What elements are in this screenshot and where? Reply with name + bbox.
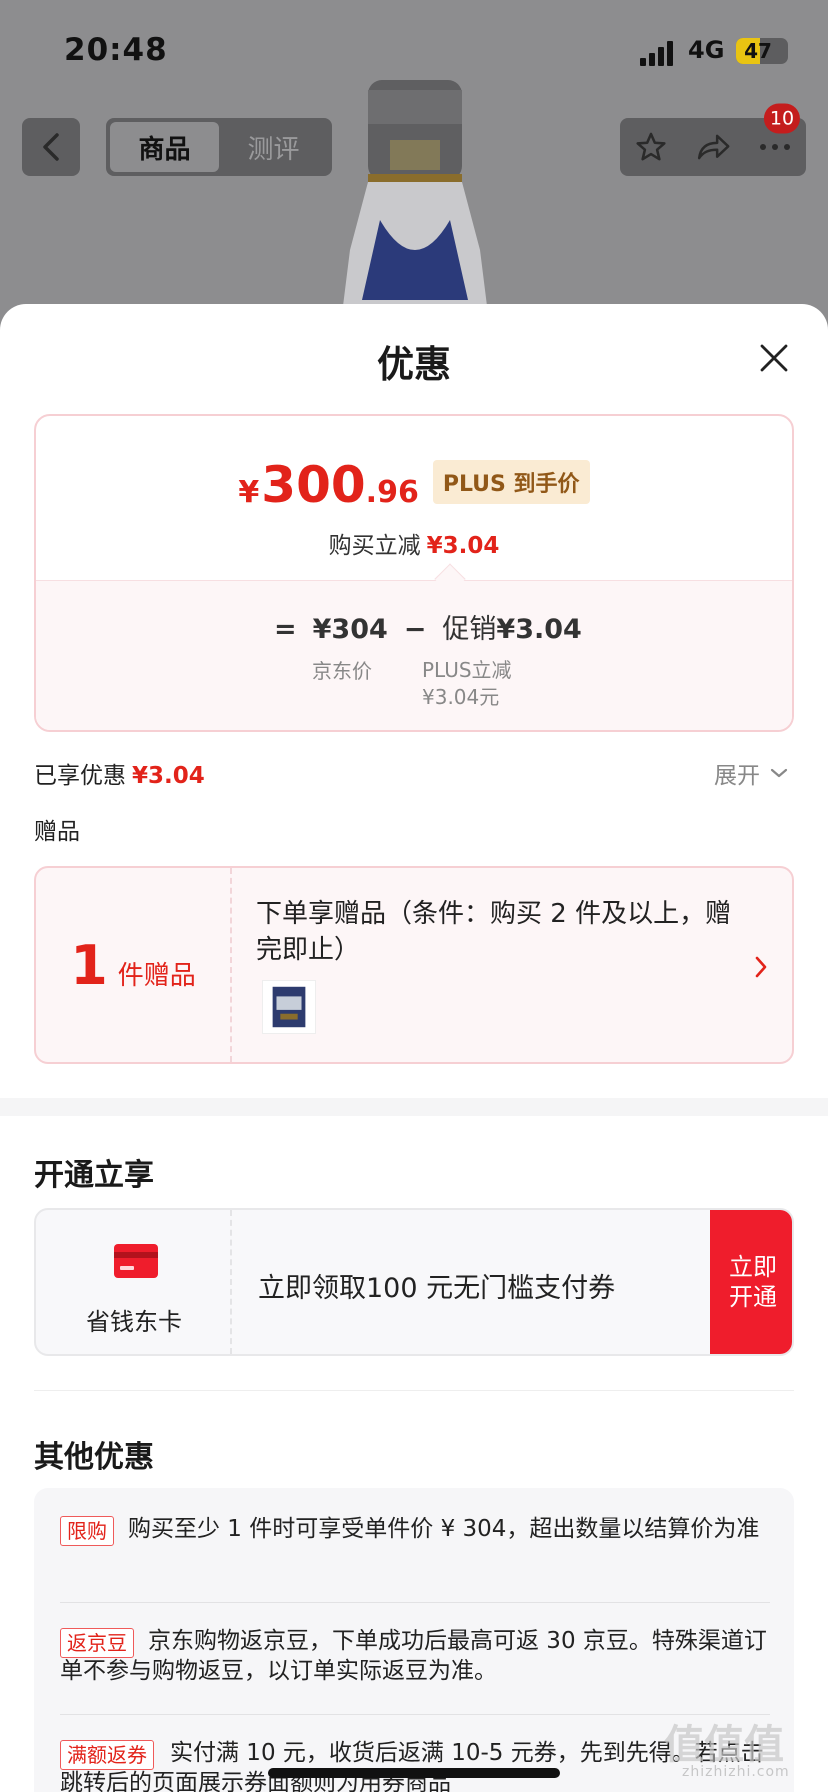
promo-item[interactable]: 返京豆 京东购物返京豆，下单成功后最高可返 30 京豆。特殊渠道订单不参与购物返… [60, 1626, 770, 1686]
tab-review[interactable]: 测评 [219, 122, 328, 172]
product-bottle-image [340, 80, 490, 330]
plus-card-left: 省钱东卡 [36, 1210, 232, 1354]
final-price-area: ¥ 300 .96 PLUS 到手价 购买立减 ¥3.04 [36, 416, 792, 580]
watermark-url: zhizhizhi.com [682, 1764, 790, 1780]
gifts-heading: 赠品 [34, 819, 80, 845]
battery-text: 47 [744, 39, 772, 63]
enjoyed-value: ¥3.04 [132, 763, 205, 789]
watermark-logo: 值值值 [664, 1722, 784, 1768]
reduce-label: 购买立减 [328, 533, 421, 559]
promo-text: 购买至少 1 件时可享受单件价 ¥ 304，超出数量以结算价为准 [128, 1516, 760, 1542]
product-page-background: 20:48 4G 47 商品 测评 10 [0, 0, 828, 330]
promo-tag: 满额返券 [60, 1740, 154, 1770]
chevron-down-icon [770, 768, 788, 778]
final-price: ¥ 300 .96 [238, 456, 418, 514]
price-card: ¥ 300 .96 PLUS 到手价 购买立减 ¥3.04 = ¥304 − 促销… [34, 414, 794, 732]
message-badge: 10 [763, 103, 801, 134]
star-icon[interactable] [634, 130, 668, 164]
thin-divider [34, 1390, 794, 1391]
price-integer: 300 [261, 456, 366, 514]
promo-label: 促销 [442, 614, 497, 645]
jd-price-label: 京东价 [312, 659, 372, 683]
product-tabs: 商品 测评 [106, 118, 332, 176]
promo-separator [60, 1602, 770, 1603]
plus-section-title: 开通立享 [34, 1158, 154, 1193]
network-type: 4G [688, 36, 725, 64]
plus-price-tag: PLUS 到手价 [432, 460, 590, 504]
bank-card-icon [114, 1244, 158, 1278]
promo-item[interactable]: 限购 购买至少 1 件时可享受单件价 ¥ 304，超出数量以结算价为准 [60, 1514, 770, 1546]
back-button[interactable] [22, 118, 80, 176]
signal-icon [640, 41, 673, 66]
gift-count: 1 [70, 933, 108, 997]
gift-unit: 件赠品 [117, 960, 196, 991]
price-breakdown: = ¥304 − 促销 ¥3.04 京东价 PLUS立减 ¥3.04元 [36, 580, 792, 730]
battery-icon: 47 [736, 38, 788, 64]
open-now-button[interactable]: 立即开通 [710, 1210, 792, 1354]
home-indicator [268, 1768, 560, 1778]
gift-count-area: 1 件赠品 [36, 868, 232, 1062]
section-divider [0, 1098, 828, 1116]
card-name: 省钱东卡 [86, 1308, 182, 1336]
expand-button[interactable]: 展开 [714, 756, 790, 790]
plus-card-offer: 立即领取100 元无门槛支付券 [258, 1273, 616, 1304]
promo-value: ¥3.04 [496, 614, 582, 645]
promo-tag: 返京豆 [60, 1628, 134, 1658]
gift-card[interactable]: 1 件赠品 下单享赠品（条件：购买 2 件及以上，赠完即止） [34, 866, 794, 1064]
price-decimal: .96 [365, 475, 419, 510]
expand-label: 展开 [714, 763, 760, 789]
plus-card[interactable]: 省钱东卡 立即领取100 元无门槛支付券 立即开通 [34, 1208, 794, 1356]
enjoyed-discount: 已享优惠 ¥3.04 [34, 756, 205, 790]
jd-price: ¥304 [312, 614, 388, 645]
status-time: 20:48 [64, 32, 168, 68]
promo-tag: 限购 [60, 1516, 114, 1546]
plus-reduce-caption: PLUS立减 ¥3.04元 [422, 657, 512, 711]
chevron-right-icon [755, 956, 767, 978]
reduce-value: ¥3.04 [426, 533, 500, 559]
gift-condition: 下单享赠品（条件：购买 2 件及以上，赠完即止） [256, 899, 732, 965]
other-promos-title: 其他优惠 [34, 1440, 154, 1475]
status-bar: 20:48 4G 47 [0, 0, 828, 100]
plus-reduce-label: PLUS立减 [422, 658, 512, 682]
close-icon[interactable] [754, 338, 794, 378]
reduce-line: 购买立减 ¥3.04 [36, 526, 792, 560]
equals-sign: = [274, 614, 297, 645]
price-formula: = ¥304 − 促销 ¥3.04 [274, 607, 582, 646]
promotions-sheet: 优惠 ¥ 300 .96 PLUS 到手价 购买立减 ¥3.04 = ¥304 − [0, 304, 828, 1792]
gift-product-thumbnail [262, 980, 316, 1034]
tab-product[interactable]: 商品 [110, 122, 219, 172]
plus-reduce-value: ¥3.04元 [422, 685, 500, 709]
more-icon[interactable] [758, 142, 792, 152]
minus-sign: − [403, 614, 427, 645]
sheet-title: 优惠 [377, 343, 451, 386]
promo-text: 京东购物返京豆，下单成功后最高可返 30 京豆。特殊渠道订单不参与购物返豆，以订… [60, 1628, 767, 1684]
chevron-left-icon [43, 133, 59, 161]
share-icon[interactable] [695, 130, 731, 164]
enjoyed-label: 已享优惠 [34, 763, 126, 789]
currency-symbol: ¥ [238, 475, 260, 510]
